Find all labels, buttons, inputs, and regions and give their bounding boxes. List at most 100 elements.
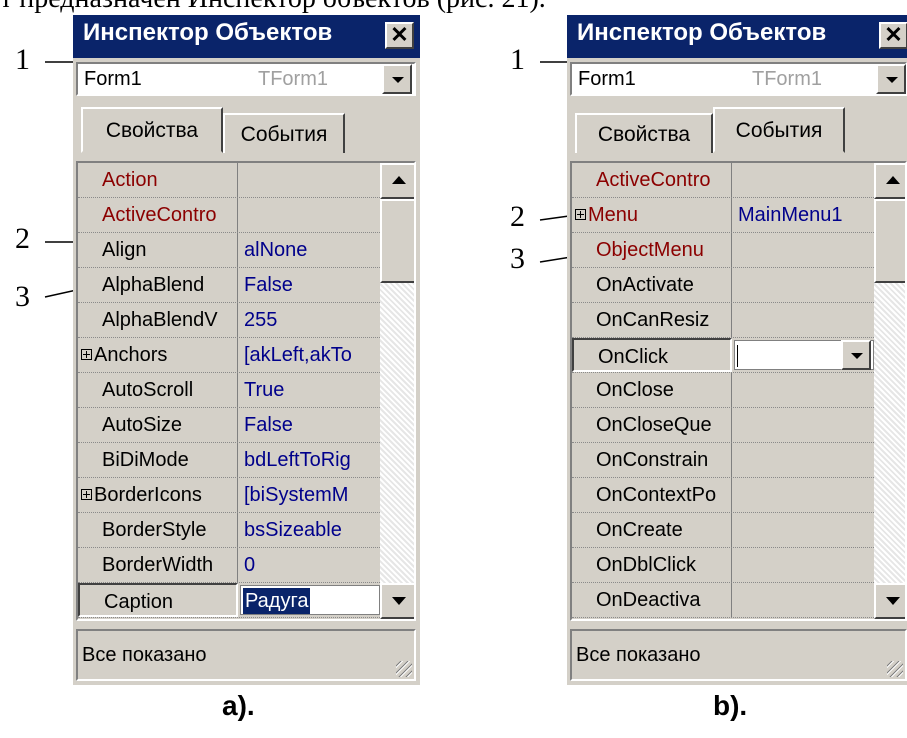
grid-row[interactable]: OnClose	[572, 373, 874, 408]
callout-label: 3	[15, 280, 30, 313]
object-name: Form1	[84, 68, 142, 90]
grid-row[interactable]: Menu MainMenu1	[572, 198, 874, 233]
object-name: Form1	[578, 68, 636, 90]
row-value[interactable]: [biSystemM	[240, 478, 380, 512]
scroll-up-button[interactable]	[380, 163, 414, 199]
tab-events[interactable]: События	[713, 107, 845, 153]
row-value[interactable]	[734, 548, 874, 582]
grid-row[interactable]: Caption Радуга	[78, 583, 380, 618]
row-value[interactable]	[734, 443, 874, 477]
row-value[interactable]	[734, 303, 874, 337]
row-value[interactable]	[240, 163, 380, 197]
window-title: Инспектор Объектов	[83, 19, 333, 46]
vertical-scrollbar[interactable]	[380, 163, 414, 619]
grid-row[interactable]: Align alNone	[78, 233, 380, 268]
scroll-up-button[interactable]	[874, 163, 905, 199]
row-value-text: MainMenu1	[738, 204, 843, 226]
tab-events[interactable]: События	[223, 113, 345, 153]
grid-row[interactable]: AutoScroll True	[78, 373, 380, 408]
row-value-text: 255	[244, 309, 278, 331]
grid-row[interactable]: AlphaBlendV 255	[78, 303, 380, 338]
value-editor[interactable]	[734, 340, 874, 370]
grid-row[interactable]: OnClick	[572, 338, 874, 373]
grid-row[interactable]: BiDiMode bdLeftToRig	[78, 443, 380, 478]
property-grid: Action ActiveContro Align alNone AlphaBlend F…	[76, 161, 416, 621]
resize-grip[interactable]	[887, 661, 903, 677]
expand-plus-icon[interactable]	[81, 489, 92, 500]
row-value[interactable]: bdLeftToRig	[240, 443, 380, 477]
row-value[interactable]: [akLeft,akTo	[240, 338, 380, 372]
row-value[interactable]: MainMenu1	[734, 198, 874, 232]
grid-row[interactable]: AutoSize False	[78, 408, 380, 443]
row-value[interactable]	[734, 338, 874, 372]
row-value-text: [akLeft,akTo	[244, 344, 352, 366]
row-value[interactable]	[734, 408, 874, 442]
row-value[interactable]	[734, 478, 874, 512]
row-value-text: [biSystemM	[244, 484, 349, 506]
grid-row[interactable]: Action	[78, 163, 380, 198]
grid-row[interactable]: OnCreate	[572, 513, 874, 548]
row-value[interactable]: 255	[240, 303, 380, 337]
expand-plus-icon[interactable]	[81, 349, 92, 360]
row-value[interactable]: alNone	[240, 233, 380, 267]
row-value-text: False	[244, 414, 293, 436]
row-name-text: Menu	[588, 204, 639, 226]
row-value[interactable]: True	[240, 373, 380, 407]
row-name-text: OnClose	[596, 379, 674, 401]
object-selector[interactable]: Form1 TForm1	[76, 62, 416, 96]
scroll-thumb[interactable]	[874, 199, 905, 283]
grid-row[interactable]: ActiveContro	[78, 198, 380, 233]
row-name: Menu	[572, 198, 732, 232]
row-name-text: OnActivate	[596, 274, 694, 296]
grid-row[interactable]: OnDeactiva	[572, 583, 874, 618]
row-name-text: OnCloseQue	[596, 414, 712, 436]
row-name-text: AlphaBlendV	[102, 309, 218, 331]
grid-row[interactable]: OnDblClick	[572, 548, 874, 583]
grid-row[interactable]: AlphaBlend False	[78, 268, 380, 303]
row-value[interactable]: 0	[240, 548, 380, 582]
row-value[interactable]	[734, 513, 874, 547]
row-value[interactable]: bsSizeable	[240, 513, 380, 547]
grid-row[interactable]: OnCloseQue	[572, 408, 874, 443]
row-value[interactable]	[734, 233, 874, 267]
row-value[interactable]: False	[240, 268, 380, 302]
row-value[interactable]	[734, 583, 874, 617]
object-dropdown-button[interactable]	[876, 64, 906, 94]
grid-row[interactable]: BorderWidth 0	[78, 548, 380, 583]
row-value[interactable]	[734, 163, 874, 197]
expand-plus-icon[interactable]	[575, 209, 586, 220]
scroll-down-button[interactable]	[380, 583, 414, 619]
value-editor[interactable]: Радуга	[240, 585, 380, 615]
row-value[interactable]: False	[240, 408, 380, 442]
grid-row[interactable]: ActiveContro	[572, 163, 874, 198]
grid-row[interactable]: Anchors [akLeft,akTo	[78, 338, 380, 373]
scroll-thumb[interactable]	[380, 199, 414, 283]
grid-row[interactable]: ObjectMenu	[572, 233, 874, 268]
grid-row[interactable]: OnConstrain	[572, 443, 874, 478]
grid-row[interactable]: BorderStyle bsSizeable	[78, 513, 380, 548]
row-value[interactable]	[734, 373, 874, 407]
row-value[interactable]	[240, 198, 380, 232]
resize-grip[interactable]	[396, 661, 412, 677]
grid-row[interactable]: OnCanResiz	[572, 303, 874, 338]
row-name: OnDblClick	[572, 548, 732, 582]
selected-value-text[interactable]: Радуга	[243, 588, 311, 614]
row-value[interactable]: Радуга	[240, 583, 380, 617]
scroll-down-button[interactable]	[874, 583, 905, 619]
row-value[interactable]	[734, 268, 874, 302]
vertical-scrollbar[interactable]	[874, 163, 905, 619]
object-selector[interactable]: Form1 TForm1	[570, 62, 907, 96]
row-name: OnConstrain	[572, 443, 732, 477]
close-button[interactable]: ✕	[879, 22, 907, 49]
row-name-text: OnCanResiz	[596, 309, 710, 331]
callout-label: 2	[510, 200, 525, 233]
row-name-text: BorderIcons	[94, 484, 202, 506]
grid-row[interactable]: OnContextPo	[572, 478, 874, 513]
object-dropdown-button[interactable]	[382, 64, 412, 94]
grid-row[interactable]: BorderIcons [biSystemM	[78, 478, 380, 513]
grid-row[interactable]: OnActivate	[572, 268, 874, 303]
event-dropdown-button[interactable]	[841, 340, 871, 370]
tab-properties[interactable]: Свойства	[81, 107, 223, 153]
tab-properties[interactable]: Свойства	[575, 113, 713, 153]
close-button[interactable]: ✕	[385, 22, 414, 49]
